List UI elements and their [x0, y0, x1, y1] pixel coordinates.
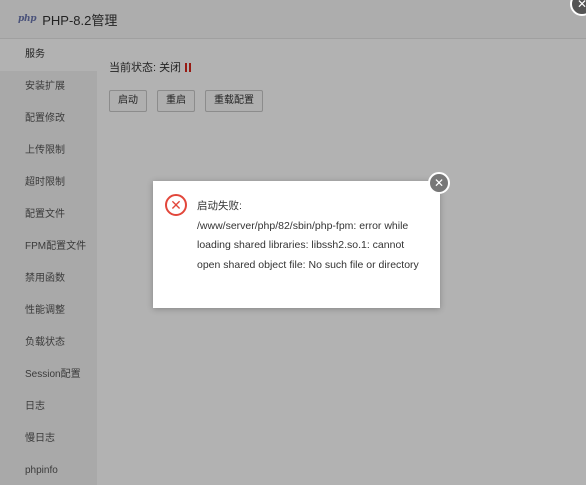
error-dialog: ✕ 启动失败: /www/server/php/82/sbin/php-fpm:… [153, 181, 440, 308]
error-message: 启动失败: /www/server/php/82/sbin/php-fpm: e… [197, 200, 419, 271]
error-icon: ✕ [165, 194, 187, 216]
dialog-close-icon[interactable]: ✕ [428, 172, 450, 194]
